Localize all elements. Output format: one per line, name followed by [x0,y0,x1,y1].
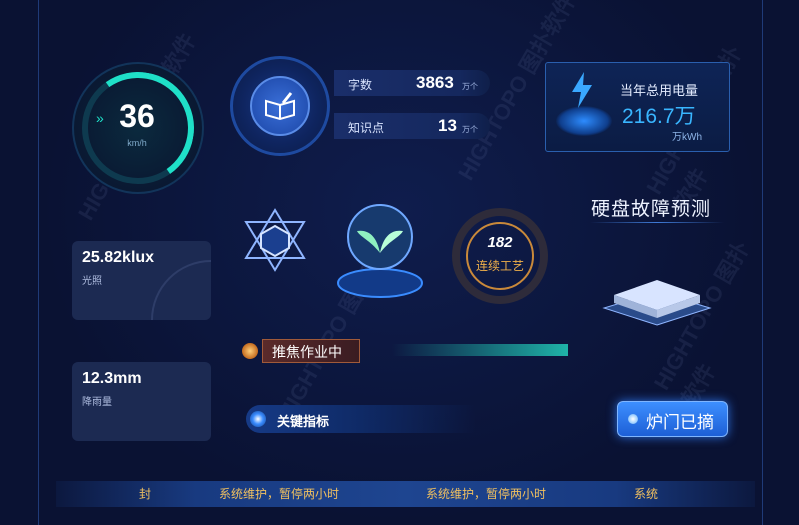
marquee-item: 系统维护，暂停两小时 [219,487,340,501]
book-icon [250,76,310,136]
points-stat: 知识点 13 万个 [334,113,490,139]
words-label: 字数 [348,78,373,92]
rain-label: 降雨量 [82,397,112,408]
disk-title-underline [590,222,724,223]
power-value: 216.7万 [622,105,696,128]
points-value: 13 [438,116,457,135]
focus-status-dot [242,343,258,359]
disk-title: 硬盘故障预测 [591,199,712,220]
lightning-icon [570,72,594,113]
focus-label: 推焦作业中 [272,344,342,360]
key-metric-label: 关键指标 [277,414,330,429]
process-ring-inner [466,222,534,290]
hexagram-icon [240,208,310,277]
rain-card: 12.3mm 降雨量 [72,362,211,441]
marquee-item: 系统维护，暂停两小时 [426,487,547,501]
sprout-icon [335,195,425,305]
key-metric-dot [250,411,266,427]
light-card-deco [151,260,211,320]
light-card: 25.82klux 光照 [72,241,211,320]
process-value: 182 [487,234,513,251]
process-label: 连续工艺 [475,259,524,273]
words-stat: 字数 3863 万个 [334,70,490,96]
light-value: 25.82klux [82,249,155,266]
points-label: 知识点 [348,121,385,135]
door-status-label: 炉门已摘 [646,413,714,432]
points-unit: 万个 [462,125,478,134]
marquee-item: 系统 [634,487,659,501]
light-label: 光照 [82,276,102,287]
door-status-dot [628,414,638,424]
power-title: 当年总用电量 [620,83,699,98]
speed-unit: km/h [127,138,147,148]
focus-progress-line [392,344,568,356]
words-unit: 万个 [462,82,478,91]
hard-disk-icon [600,250,715,365]
rain-value: 12.3mm [82,370,142,387]
speed-value: 36 [119,98,155,134]
power-unit: 万kWh [672,132,702,143]
words-value: 3863 [416,73,454,92]
marquee-item: 封 [139,487,152,501]
